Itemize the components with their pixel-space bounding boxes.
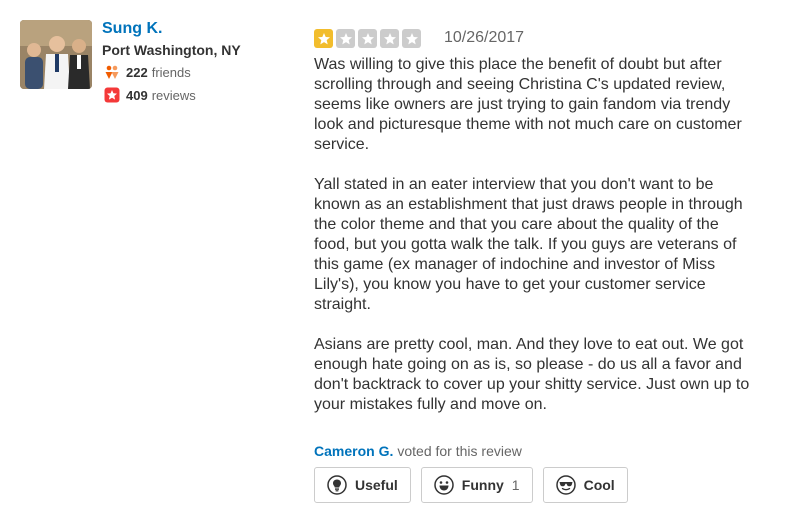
cool-button[interactable]: Cool [542,467,628,503]
friends-number: 222 [126,64,148,80]
reviews-count: 409 reviews [104,86,196,104]
star-empty-icon [402,29,421,48]
review-star-icon [104,87,120,103]
useful-label: Useful [355,477,398,493]
voter-line: Cameron G. voted for this review [314,443,522,459]
friends-label: friends [151,64,191,80]
user-avatar[interactable] [20,20,92,89]
review-text: Was willing to give this place the benef… [314,55,754,435]
lightbulb-icon [327,475,347,495]
review-paragraph: Yall stated in an eater interview that y… [314,176,743,313]
user-location: Port Washington, NY [102,42,241,58]
funny-count: 1 [511,477,520,493]
voter-text: voted for this review [397,443,522,459]
user-name-link[interactable]: Sung K. [102,20,162,38]
review-paragraph: Asians are pretty cool, man. And they lo… [314,336,750,413]
star-filled-icon [314,29,333,48]
reviews-label: reviews [151,87,196,103]
reviews-number: 409 [126,87,148,103]
smiley-icon [434,475,454,495]
funny-label: Funny [461,477,504,493]
star-rating [314,29,421,48]
voter-name-link[interactable]: Cameron G. [314,443,393,459]
vote-buttons: Useful Funny 1 Cool [314,467,628,503]
avatar-photo [20,20,92,89]
friends-count: 222 friends [104,63,191,81]
star-empty-icon [380,29,399,48]
sunglasses-icon [555,475,576,495]
cool-label: Cool [583,477,615,493]
useful-button[interactable]: Useful [314,467,411,503]
friends-icon [104,64,120,80]
star-empty-icon [358,29,377,48]
review-paragraph: Was willing to give this place the benef… [314,56,742,153]
review-date: 10/26/2017 [444,29,525,46]
star-empty-icon [336,29,355,48]
funny-button[interactable]: Funny 1 [420,467,533,503]
